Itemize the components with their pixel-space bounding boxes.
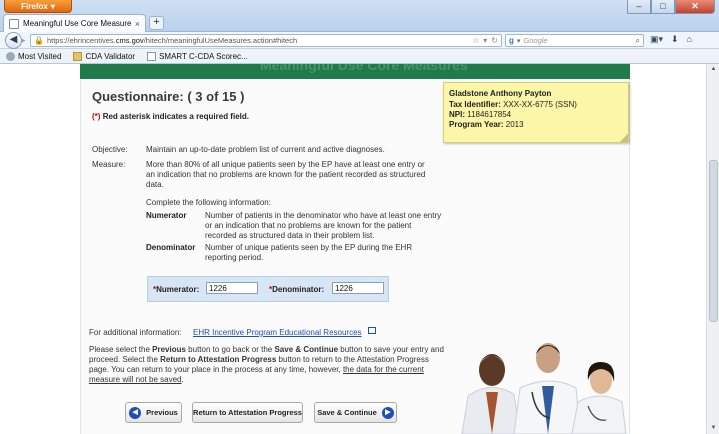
page-curl-icon (620, 134, 628, 142)
site-identity-icon[interactable]: 🔒 (34, 36, 44, 45)
educational-resources-link[interactable]: EHR Incentive Program Educational Resour… (193, 328, 362, 337)
previous-button[interactable]: ◀ Previous (125, 402, 182, 423)
bookmark-most-visited[interactable]: Most Visited (6, 51, 61, 61)
complete-info-text: Complete the following information: (146, 198, 271, 207)
additional-info-label: For additional information: (89, 328, 182, 337)
dropdown-icon[interactable]: ▾ (517, 37, 521, 45)
window-controls: – □ ✕ (627, 0, 715, 14)
url-text[interactable]: https://ehrincentives.cms.gov/hitech/mea… (47, 36, 469, 45)
bookmarks-toolbar: Most Visited CDA Validator SMART C-CDA S… (0, 49, 719, 64)
page-favicon-icon (9, 18, 19, 29)
instructions-text: Please select the Previous button to go … (89, 345, 444, 384)
gear-icon (6, 51, 15, 61)
scroll-down-icon[interactable]: ▼ (708, 423, 719, 434)
arrow-left-icon: ◀ (129, 406, 142, 419)
arrow-right-icon: ▶ (381, 406, 394, 419)
measure-label: Measure: (92, 160, 126, 169)
external-link-icon (368, 327, 376, 334)
entry-form: *Numerator: *Denominator: (147, 276, 389, 302)
denominator-description: Number of unique patients seen by the EP… (205, 243, 413, 262)
firefox-menu-button[interactable]: Firefox ▾ (4, 0, 72, 13)
numerator-term: Numerator (146, 211, 187, 220)
numerator-description: Number of patients in the denominator wh… (205, 211, 442, 240)
downloads-icon[interactable]: ⬇ (671, 34, 679, 45)
new-tab-button[interactable]: + (149, 16, 164, 30)
google-icon[interactable]: g (509, 36, 514, 45)
save-continue-button[interactable]: Save & Continue ▶ (314, 402, 397, 423)
measure-text: More than 80% of all unique patients see… (146, 160, 426, 189)
provider-npi: NPI: 1184617854 (449, 110, 512, 119)
doctors-photo (461, 343, 627, 434)
provider-name: Gladstone Anthony Payton (449, 89, 552, 98)
firefox-menu-label: Firefox (21, 1, 48, 11)
denominator-input[interactable] (332, 282, 384, 294)
provider-info-note: Gladstone Anthony Payton Tax Identifier:… (443, 82, 629, 143)
return-to-attestation-button[interactable]: Return to Attestation Progress (192, 402, 303, 423)
navigation-toolbar: ◀ ▸ 🔒 https://ehrincentives.cms.gov/hite… (0, 32, 719, 49)
denominator-field-label: *Denominator: (269, 285, 325, 294)
browser-tab[interactable]: Meaningful Use Core Measures - EHR In...… (3, 14, 146, 32)
provider-program-year: Program Year: 2013 (449, 120, 524, 129)
denominator-term: Denominator (146, 243, 196, 252)
bookmark-cda-validator[interactable]: CDA Validator (73, 51, 135, 61)
numerator-field-label: *Numerator: (153, 285, 200, 294)
numerator-input[interactable] (206, 282, 258, 294)
bookmark-smart-ccda[interactable]: SMART C-CDA Scorec... (147, 51, 248, 61)
dropdown-icon[interactable]: ▾ (483, 36, 487, 45)
document-icon (147, 51, 157, 61)
tab-title: Meaningful Use Core Measures - EHR In... (23, 19, 131, 28)
reload-icon[interactable]: ↻ (491, 36, 498, 45)
folder-icon (73, 51, 83, 61)
search-input[interactable]: Google (523, 36, 632, 45)
magnifier-icon[interactable]: ⌕ (636, 36, 640, 46)
scrollbar-thumb[interactable] (709, 160, 718, 322)
maximize-icon[interactable]: □ (651, 0, 675, 14)
browser-titlebar: Firefox ▾ – □ ✕ Meaningful Use Core Meas… (0, 0, 719, 32)
bookmarks-menu-icon[interactable]: ▣▾ (650, 34, 663, 45)
page-scrollbar[interactable]: ▲ ▼ (706, 64, 719, 434)
objective-label: Objective: (92, 145, 128, 154)
provider-tax-id: Tax Identifier: XXX-XX-6775 (SSN) (449, 100, 577, 109)
tab-close-icon[interactable]: × (135, 19, 140, 29)
page-header-bar: Meaningful Use Core Measures (80, 64, 630, 79)
required-field-note: (*) Red asterisk indicates a required fi… (92, 112, 249, 121)
search-bar[interactable]: g ▾ Google ⌕ (505, 34, 644, 47)
objective-text: Maintain an up-to-date problem list of c… (146, 145, 385, 154)
back-icon[interactable]: ◀ (5, 32, 22, 49)
address-bar[interactable]: 🔒 https://ehrincentives.cms.gov/hitech/m… (30, 34, 502, 47)
close-window-icon[interactable]: ✕ (675, 0, 715, 14)
questionnaire-title: Questionnaire: ( 3 of 15 ) (92, 89, 245, 104)
scroll-up-icon[interactable]: ▲ (708, 64, 719, 75)
chevron-down-icon: ▾ (50, 1, 55, 11)
bookmark-star-icon[interactable]: ☆ (472, 36, 479, 45)
minimize-icon[interactable]: – (627, 0, 651, 14)
home-icon[interactable]: ⌂ (687, 34, 692, 45)
